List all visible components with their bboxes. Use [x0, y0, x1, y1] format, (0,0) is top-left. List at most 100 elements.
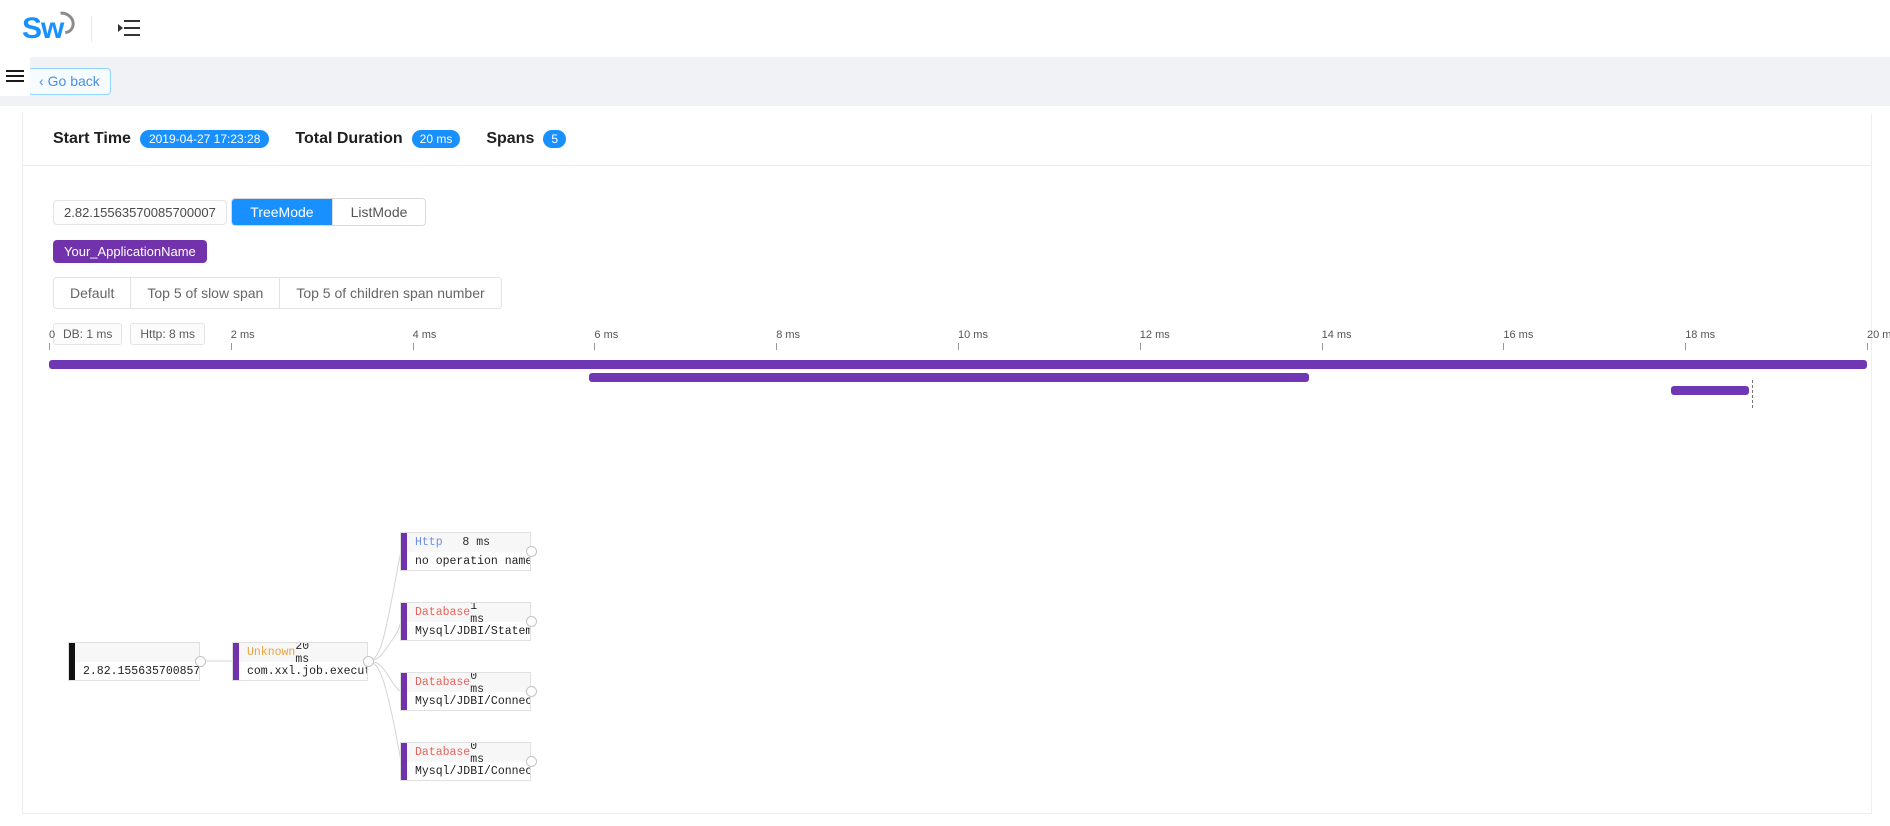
span-node-accent	[69, 643, 75, 680]
span-node-connector-dot[interactable]	[195, 656, 206, 667]
list-view-icon[interactable]	[118, 19, 141, 38]
span-node-accent	[401, 533, 407, 570]
span-node-type: Database	[415, 746, 471, 759]
span-node-db2[interactable]: Database0 msMysql/JDBI/Connecti	[400, 672, 531, 711]
timeline-tick-mark	[1867, 343, 1868, 350]
timeline-tick-mark	[1139, 343, 1141, 350]
go-back-button[interactable]: ‹ Go back	[28, 68, 111, 95]
span-node-header: Database 1 ms	[401, 603, 530, 626]
timeline-bars	[49, 360, 1867, 440]
rank-filter-group: Default Top 5 of slow span Top 5 of childr…	[53, 277, 502, 309]
trace-id-chip[interactable]: 2.82.15563570085700007	[53, 200, 227, 225]
span-node-accent	[233, 643, 239, 680]
timeline-tick-3: 6 ms	[594, 329, 619, 350]
timeline-tick-label: 14 ms	[1321, 329, 1352, 341]
span-node-accent	[401, 673, 407, 710]
span-node-name: com.xxl.job.executo	[233, 662, 367, 680]
span-node-header: Unknown 20 ms	[233, 643, 367, 666]
span-node-connector-dot[interactable]	[526, 616, 537, 627]
timeline-tick-label: 10 ms	[958, 329, 988, 341]
view-mode-group: TreeMode ListMode	[231, 198, 427, 226]
span-node-type: Http	[415, 536, 443, 549]
tree-connectors	[200, 550, 402, 762]
span-node-name: no operation name	[401, 552, 530, 570]
timeline-tick-mark	[1503, 343, 1505, 350]
mode-button-listmode[interactable]: ListMode	[331, 199, 426, 225]
span-node-header: Database 0 ms	[401, 673, 530, 696]
timeline-bar-2[interactable]	[1670, 386, 1749, 395]
span-node-type: Database	[415, 676, 471, 689]
timeline-tick-label: 2 ms	[230, 329, 255, 341]
timeline-tick-9: 18 ms	[1685, 329, 1716, 350]
timeline-tick-mark	[1685, 343, 1687, 350]
span-node-db3[interactable]: Database0 msMysql/JDBI/Connecti	[400, 742, 531, 781]
timeline-tick-label: 18 ms	[1685, 329, 1716, 341]
timeline-tick-label: 0	[49, 329, 56, 341]
timeline-tick-label: 16 ms	[1503, 329, 1534, 341]
trace-summary-bar: Start Time 2019-04-27 17:23:28 Total Dur…	[23, 113, 1871, 166]
span-node-connector-dot[interactable]	[526, 686, 537, 697]
trace-controls: 2.82.15563570085700007 TreeMode ListMode …	[23, 166, 1871, 345]
timeline-tick-label: 6 ms	[594, 329, 619, 341]
timeline-tick-mark	[594, 343, 596, 350]
span-node-name: Mysql/JDBI/Connecti	[401, 692, 530, 710]
sub-navigation-bar: ‹ Go back	[0, 57, 1890, 106]
top-navigation-bar: Sw	[0, 0, 1890, 58]
span-node-connector-dot[interactable]	[363, 656, 374, 667]
timeline-tick-label: 4 ms	[412, 329, 437, 341]
span-node-db1[interactable]: Database1 msMysql/JDBI/Statemen	[400, 602, 531, 641]
span-node-duration: 1 ms	[470, 602, 485, 626]
span-node-type: Unknown	[247, 646, 296, 659]
span-node-duration: 20 ms	[295, 642, 310, 666]
timeline-tick-mark	[230, 343, 232, 350]
span-node-type: Database	[415, 606, 471, 619]
span-node-name: Mysql/JDBI/Connecti	[401, 762, 530, 780]
spans-label: Spans	[486, 130, 535, 147]
start-time-label: Start Time	[53, 130, 131, 147]
timeline-tick-4: 8 ms	[776, 329, 801, 350]
span-tree: 2.82.15563570085700 Unknown20 mscom.xxl.j…	[23, 443, 1871, 813]
span-node-header: Database 0 ms	[401, 743, 530, 766]
timeline-tick-8: 16 ms	[1503, 329, 1534, 350]
spans-value: 5	[543, 130, 567, 148]
timeline-tick-5: 10 ms	[958, 329, 988, 350]
skywalking-logo[interactable]: Sw	[22, 6, 80, 49]
timeline-tick-10: 20 ms	[1867, 329, 1890, 350]
span-drop-line	[1752, 380, 1753, 408]
span-node-name: 2.82.15563570085700	[69, 662, 199, 680]
span-node-duration: 0 ms	[470, 672, 485, 696]
span-node-header	[69, 643, 199, 662]
rank-button-1[interactable]: Top 5 of slow span	[130, 278, 280, 308]
total-duration-label: Total Duration	[295, 130, 403, 147]
timeline-bar-0[interactable]	[49, 360, 1867, 369]
timeline-tick-mark	[776, 343, 778, 350]
rank-button-2[interactable]: Top 5 of children span number	[279, 278, 501, 308]
span-node-http[interactable]: Http 8 ms no operation name	[400, 532, 531, 571]
span-node-duration: 8 ms	[462, 536, 490, 549]
span-node-name: Mysql/JDBI/Statemen	[401, 622, 530, 640]
timeline-bar-1[interactable]	[588, 373, 1309, 382]
timeline-tick-mark	[49, 343, 50, 350]
trace-detail-panel: Start Time 2019-04-27 17:23:28 Total Dur…	[22, 113, 1890, 814]
total-duration-value: 20 ms	[411, 130, 461, 148]
timeline-tick-7: 14 ms	[1321, 329, 1352, 350]
rank-button-0[interactable]: Default	[54, 278, 131, 308]
application-name-tag[interactable]: Your_ApplicationName	[53, 240, 207, 263]
timeline-tick-label: 12 ms	[1139, 329, 1170, 341]
span-node-unknown[interactable]: Unknown 20 ms com.xxl.job.executo	[232, 642, 368, 681]
timeline-tick-label: 20 ms	[1867, 329, 1890, 341]
chevron-left-icon: ‹	[39, 73, 44, 89]
span-node-header: Http 8 ms	[401, 533, 530, 552]
timeline-tick-label: 8 ms	[776, 329, 801, 341]
span-node-accent	[401, 743, 407, 780]
span-node-connector-dot[interactable]	[526, 756, 537, 767]
start-time-value: 2019-04-27 17:23:28	[139, 130, 270, 148]
timeline-tick-mark	[1321, 343, 1323, 350]
topbar-divider	[91, 15, 93, 42]
span-node-accent	[401, 603, 407, 640]
hamburger-menu-icon[interactable]	[0, 57, 30, 96]
timeline-tick-0: 0	[49, 329, 56, 350]
mode-button-treemode[interactable]: TreeMode	[232, 199, 332, 225]
span-node-connector-dot[interactable]	[526, 546, 537, 557]
span-node-root[interactable]: 2.82.15563570085700	[68, 642, 200, 681]
